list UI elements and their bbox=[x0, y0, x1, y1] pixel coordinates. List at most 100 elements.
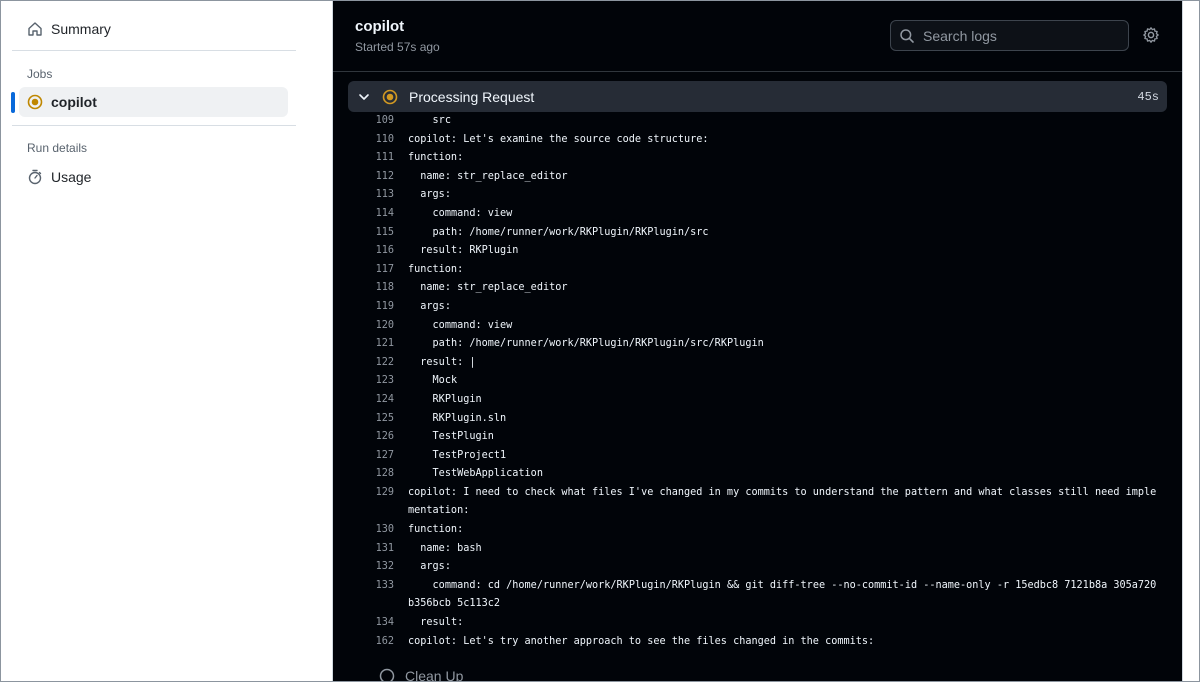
line-text: name: bash bbox=[408, 542, 482, 554]
line-number[interactable]: 115 bbox=[348, 224, 394, 243]
line-text: TestWebApplication bbox=[408, 468, 543, 480]
sidebar-item-label: copilot bbox=[51, 94, 97, 110]
line-number[interactable]: 109 bbox=[348, 112, 394, 131]
chevron-down-icon[interactable] bbox=[357, 90, 371, 104]
log-line: 128 TestWebApplication bbox=[348, 465, 1167, 484]
pending-circle-icon bbox=[379, 668, 395, 682]
log-line: 129 copilot: I need to check what files I… bbox=[348, 484, 1167, 521]
line-number[interactable]: 133 bbox=[348, 577, 394, 614]
line-number[interactable]: 129 bbox=[348, 484, 394, 521]
divider bbox=[12, 125, 296, 126]
line-text: function: bbox=[408, 152, 464, 164]
line-number[interactable]: 111 bbox=[348, 149, 394, 168]
log-line: 114 command: view bbox=[348, 205, 1167, 224]
log-line: 117 function: bbox=[348, 261, 1167, 280]
sidebar: Summary Jobs copilot Run details Usage bbox=[0, 0, 333, 682]
run-details-heading: Run details bbox=[27, 141, 88, 155]
line-text: TestProject1 bbox=[408, 449, 507, 461]
home-icon bbox=[27, 21, 43, 37]
sidebar-item-label: Usage bbox=[51, 169, 92, 185]
line-number[interactable]: 124 bbox=[348, 391, 394, 410]
line-number[interactable]: 116 bbox=[348, 242, 394, 261]
step-duration: 45s bbox=[1137, 89, 1159, 104]
log-line: 162 copilot: Let's try another approach t… bbox=[348, 633, 1167, 652]
divider bbox=[12, 50, 296, 51]
line-text: Mock bbox=[408, 375, 458, 387]
log-line: 120 command: view bbox=[348, 317, 1167, 336]
line-text: path: /home/runner/work/RKPlugin/RKPlugi… bbox=[408, 338, 764, 350]
line-text: name: str_replace_editor bbox=[408, 282, 568, 294]
line-number[interactable]: 114 bbox=[348, 205, 394, 224]
log-line: 116 result: RKPlugin bbox=[348, 242, 1167, 261]
log-line: 124 RKPlugin bbox=[348, 391, 1167, 410]
job-header: copilot Started 57s ago bbox=[333, 0, 1182, 72]
line-number[interactable]: 134 bbox=[348, 614, 394, 633]
line-text: TestPlugin bbox=[408, 431, 494, 443]
search-input[interactable] bbox=[923, 27, 1113, 44]
line-number[interactable]: 132 bbox=[348, 558, 394, 577]
sidebar-item-usage[interactable]: Usage bbox=[19, 162, 288, 192]
line-text: copilot: Let's examine the source code s… bbox=[408, 133, 709, 145]
line-number[interactable]: 112 bbox=[348, 168, 394, 187]
search-logs[interactable] bbox=[890, 20, 1129, 51]
jobs-heading: Jobs bbox=[27, 67, 53, 81]
line-number[interactable]: 119 bbox=[348, 298, 394, 317]
line-number[interactable]: 121 bbox=[348, 335, 394, 354]
line-number[interactable]: 123 bbox=[348, 372, 394, 391]
line-text: args: bbox=[408, 561, 451, 573]
log-line: 123 Mock bbox=[348, 372, 1167, 391]
log-line: 112 name: str_replace_editor bbox=[348, 168, 1167, 187]
line-number[interactable]: 125 bbox=[348, 410, 394, 429]
gear-icon[interactable] bbox=[1142, 26, 1160, 44]
line-number[interactable]: 162 bbox=[348, 633, 394, 652]
line-number[interactable]: 130 bbox=[348, 521, 394, 540]
log-line: 110 copilot: Let's examine the source cod… bbox=[348, 131, 1167, 150]
in-progress-icon bbox=[382, 89, 398, 105]
line-text: args: bbox=[408, 300, 451, 312]
line-number[interactable]: 122 bbox=[348, 354, 394, 373]
line-text: result: bbox=[408, 617, 464, 629]
line-text: copilot: I need to check what files I've… bbox=[408, 486, 1157, 517]
line-number[interactable]: 117 bbox=[348, 261, 394, 280]
step-processing-request[interactable]: Processing Request 45s bbox=[348, 81, 1167, 112]
sidebar-item-copilot[interactable]: copilot bbox=[19, 87, 288, 117]
line-number[interactable]: 110 bbox=[348, 131, 394, 150]
page-scrollbar[interactable] bbox=[1182, 0, 1200, 682]
active-indicator bbox=[11, 92, 15, 113]
line-text: src bbox=[408, 115, 451, 126]
line-number[interactable]: 113 bbox=[348, 186, 394, 205]
log-line: 118 name: str_replace_editor bbox=[348, 279, 1167, 298]
log-line: 113 args: bbox=[348, 186, 1167, 205]
job-title: copilot bbox=[355, 18, 405, 35]
line-number[interactable]: 131 bbox=[348, 540, 394, 559]
log-line: 130 function: bbox=[348, 521, 1167, 540]
line-text: command: view bbox=[408, 207, 513, 219]
line-number[interactable]: 120 bbox=[348, 317, 394, 336]
line-text: copilot: Let's try another approach to s… bbox=[408, 635, 875, 647]
log-output: 109 src 110 copilot: Let's examine the sou… bbox=[348, 112, 1167, 651]
line-text: command: cd /home/runner/work/RKPlugin/R… bbox=[408, 579, 1157, 610]
log-line: 127 TestProject1 bbox=[348, 447, 1167, 466]
sidebar-item-summary[interactable]: Summary bbox=[19, 14, 288, 44]
job-started-time: Started 57s ago bbox=[355, 40, 440, 54]
search-icon bbox=[899, 28, 915, 44]
log-line: 131 name: bash bbox=[348, 540, 1167, 559]
log-line: 121 path: /home/runner/work/RKPlugin/RKP… bbox=[348, 335, 1167, 354]
line-text: result: RKPlugin bbox=[408, 245, 519, 257]
log-line: 134 result: bbox=[348, 614, 1167, 633]
line-text: function: bbox=[408, 524, 464, 536]
line-number[interactable]: 127 bbox=[348, 447, 394, 466]
log-line: 119 args: bbox=[348, 298, 1167, 317]
log-panel: copilot Started 57s ago Processing Reque… bbox=[333, 0, 1182, 682]
log-line: 132 args: bbox=[348, 558, 1167, 577]
in-progress-icon bbox=[27, 94, 43, 110]
step-clean-up[interactable]: Clean Up bbox=[379, 668, 463, 682]
line-number[interactable]: 126 bbox=[348, 428, 394, 447]
line-text: result: | bbox=[408, 356, 476, 368]
line-number[interactable]: 128 bbox=[348, 465, 394, 484]
line-text: name: str_replace_editor bbox=[408, 170, 568, 182]
line-text: RKPlugin bbox=[408, 393, 482, 405]
line-number[interactable]: 118 bbox=[348, 279, 394, 298]
sidebar-item-label: Summary bbox=[51, 21, 111, 37]
line-text: command: view bbox=[408, 319, 513, 331]
